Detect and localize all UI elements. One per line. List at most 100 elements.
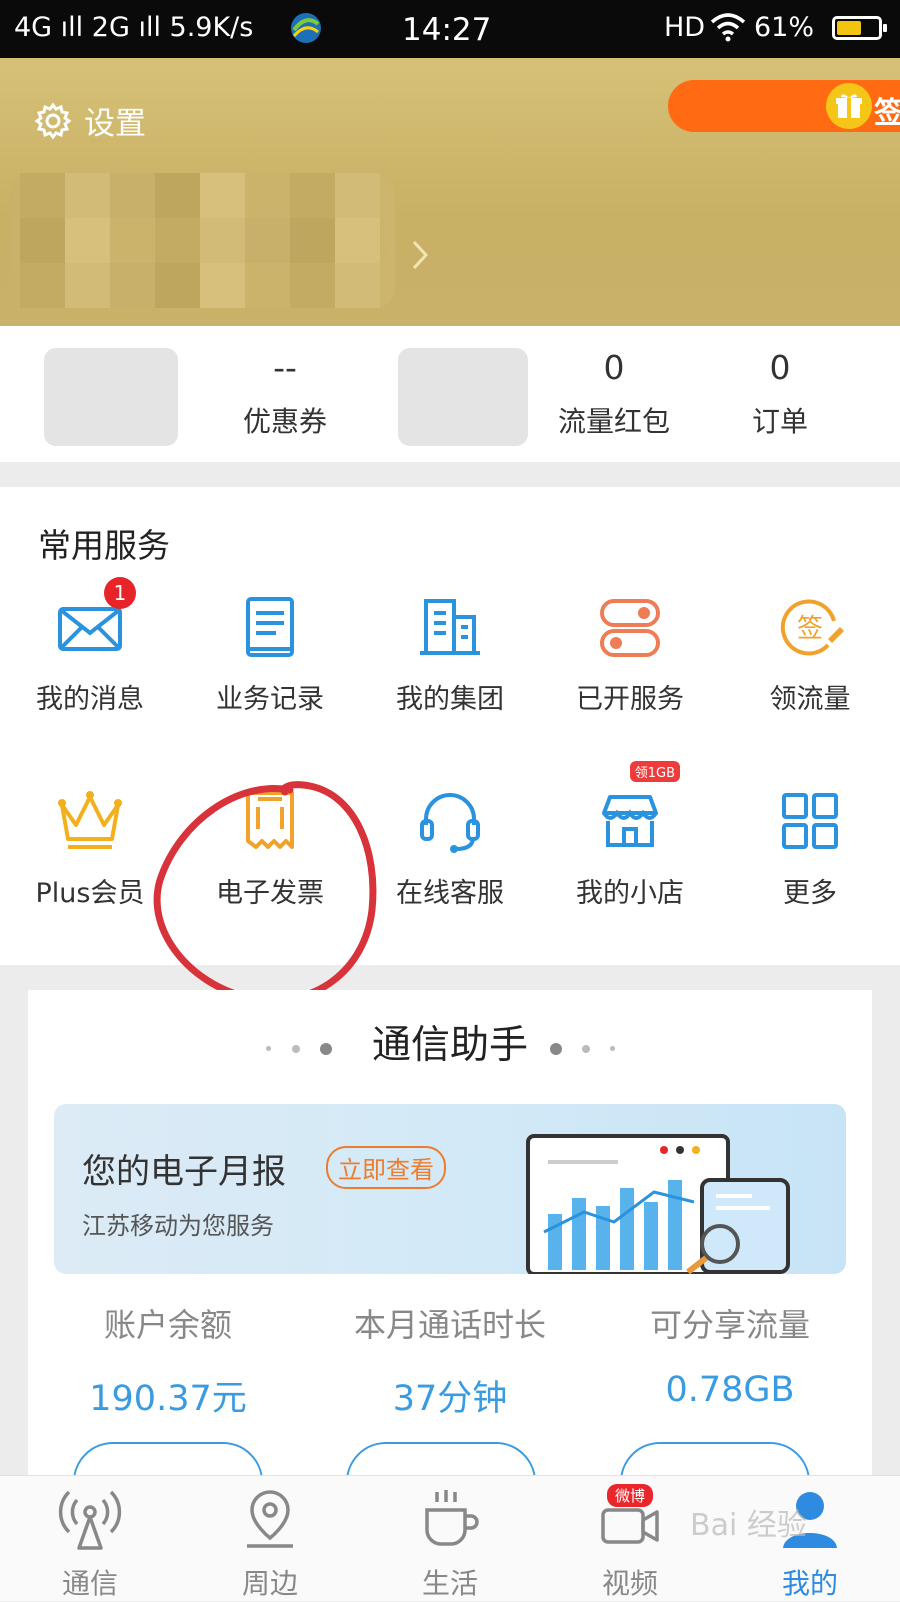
service-label: Plus会员 [35,878,145,909]
crown-icon [54,785,126,857]
service-label: 电子发票 [216,878,324,909]
service-label: 我的消息 [36,684,144,715]
gift-icon [826,83,872,129]
nav-tab-nearby[interactable]: 周边 [180,1486,360,1602]
carrier-icon [288,10,324,53]
carousel-dot [582,1045,590,1053]
blur-cell [335,173,380,218]
blur-cell [200,263,245,308]
service-label: 业务记录 [216,684,324,715]
battery-icon [832,16,887,40]
grid-icon [774,785,846,857]
stat-orders[interactable]: 0 订单 [700,348,860,440]
store-icon: 领1GB [594,761,680,857]
gear-icon [34,102,72,139]
battery-percent: 61% [754,12,815,43]
service-e-invoice[interactable]: 电子发票 [182,785,358,910]
metric-value: 37分钟 [392,1379,508,1419]
blur-cell [290,218,335,263]
blur-cell [335,263,380,308]
section-title: 常用服务 [38,526,170,565]
service-label: 领流量 [769,684,851,715]
blur-cell [155,173,200,218]
coffee-cup-icon [417,1486,483,1552]
metric-call-duration: 本月通话时长 37分钟 [310,1300,590,1421]
promo-badge: 领1GB [629,761,680,782]
service-my-store[interactable]: 领1GB 我的小店 [542,761,718,910]
blur-cell [20,173,65,218]
status-bar: 4G ıll 2G ıll 5.9K/s 14:27 HD 61% [0,0,900,58]
stat-label: 优惠券 [242,405,327,438]
service-label: 在线客服 [396,878,504,909]
notification-badge: 1 [104,577,136,609]
service-active-services[interactable]: 已开服务 [542,591,718,716]
sign-icon-text: 签 [797,614,823,644]
service-label: 我的集团 [396,684,504,715]
profile-header: 设置 签 [0,58,900,326]
document-icon [234,591,306,663]
blur-cell [110,263,155,308]
nav-tab-life[interactable]: 生活 [360,1486,540,1602]
stat-label: 流量红包 [557,405,670,438]
service-online-support[interactable]: 在线客服 [362,785,538,910]
banner-title: 您的电子月报 [82,1152,286,1192]
toggle-icon [594,591,666,663]
location-pin-icon [237,1486,303,1552]
blur-cell [110,173,155,218]
blur-cell [65,218,110,263]
mail-icon: 1 [54,577,136,663]
blur-cell [335,218,380,263]
blurred-stat [44,348,178,446]
blur-cell [290,173,335,218]
checkin-label: 签 [874,96,900,131]
communication-assistant: 通信助手 您的电子月报 立即查看 江苏移动为您服务 账户余额 190.37元 本… [28,990,872,1522]
common-services: 常用服务 1 我的消息 业务记录 我的集团 已开服务 签 领流量 Plus会员 … [0,487,900,965]
banner-subtitle: 江苏移动为您服务 [82,1212,274,1240]
blur-cell [155,218,200,263]
nav-tab-communication[interactable]: 通信 [0,1486,180,1602]
stat-data-redpacket[interactable]: 0 流量红包 [534,348,694,440]
stat-value: 0 [603,348,625,387]
carousel-dot [610,1046,615,1051]
profile-info-blurred[interactable] [10,173,395,308]
blur-cell [290,263,335,308]
blur-cell [245,218,290,263]
service-group[interactable]: 我的集团 [362,591,538,716]
stat-coupons[interactable]: -- 优惠券 [205,348,365,440]
baidu-watermark: Bai 经验 [690,1508,807,1543]
blur-cell [245,263,290,308]
sign-icon: 签 [774,591,846,663]
wifi-icon [710,12,746,49]
blurred-stat [398,348,528,446]
blur-cell [65,263,110,308]
service-plus-member[interactable]: Plus会员 [2,785,178,910]
weibo-badge: 微博 [607,1484,654,1507]
hd-indicator: HD [664,12,706,43]
monthly-report-banner[interactable]: 您的电子月报 立即查看 江苏移动为您服务 [54,1104,846,1274]
service-label: 更多 [783,878,837,909]
service-more[interactable]: 更多 [722,785,898,910]
service-messages[interactable]: 1 我的消息 [2,577,178,716]
metric-balance: 账户余额 190.37元 [28,1300,308,1421]
building-icon [414,591,486,663]
nav-label: 通信 [61,1567,118,1600]
blur-cell [245,173,290,218]
nav-label: 视频 [601,1567,658,1600]
metric-label: 本月通话时长 [353,1306,546,1344]
metric-shareable-data: 可分享流量 0.78GB [590,1300,870,1410]
blur-cell [65,173,110,218]
nav-label: 生活 [421,1567,478,1600]
blur-cell [200,218,245,263]
stat-value: -- [273,348,297,387]
service-get-data[interactable]: 签 领流量 [722,591,898,716]
nav-label: 我的 [781,1567,838,1600]
metric-label: 可分享流量 [649,1306,810,1344]
settings-button[interactable]: 设置 [34,98,146,143]
checkin-button[interactable]: 签 [668,80,900,132]
service-records[interactable]: 业务记录 [182,591,358,716]
view-now-button[interactable]: 立即查看 [326,1146,446,1189]
signal-tower-icon [57,1486,123,1552]
carousel-dot [550,1043,562,1055]
headset-icon [414,785,486,857]
metric-value: 190.37元 [89,1379,247,1419]
